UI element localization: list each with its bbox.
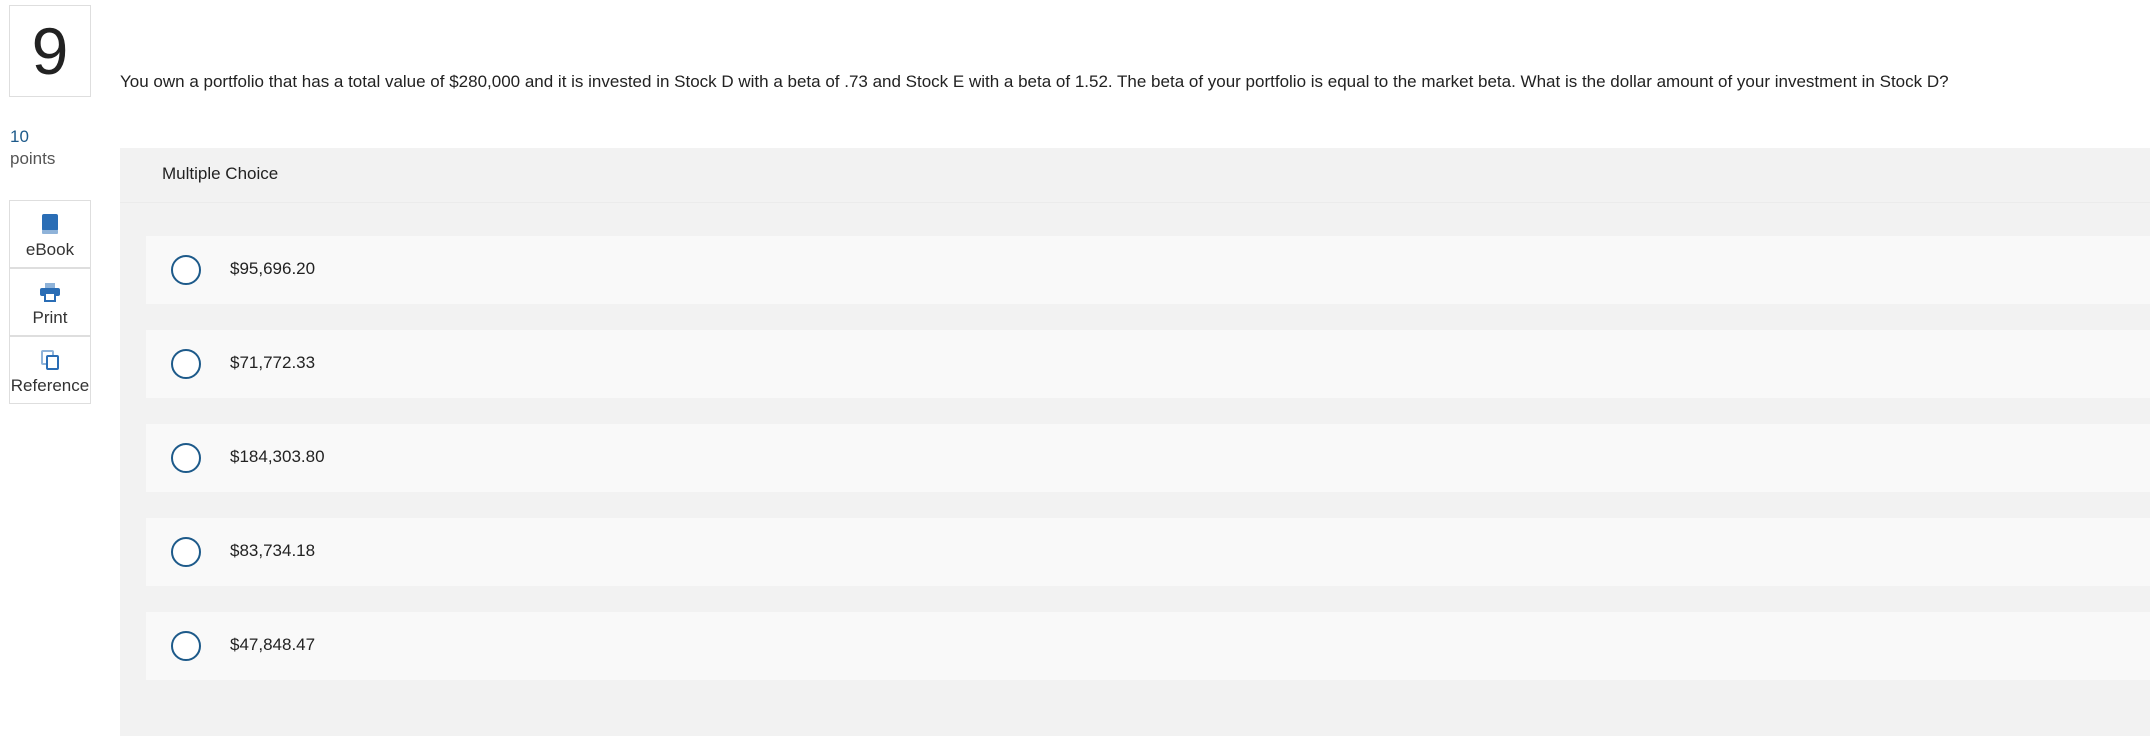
answer-option-label: $47,848.47 <box>230 635 316 654</box>
radio-button[interactable] <box>171 631 201 661</box>
question-number: 9 <box>9 5 91 97</box>
answer-option[interactable]: $184,303.80 <box>146 424 2150 492</box>
ebook-button[interactable]: eBook <box>9 200 91 268</box>
radio-button[interactable] <box>171 443 201 473</box>
print-label: Print <box>32 308 68 327</box>
book-icon <box>40 212 60 236</box>
radio-button[interactable] <box>171 349 201 379</box>
radio-button[interactable] <box>171 537 201 567</box>
printer-icon <box>39 280 61 304</box>
divider <box>120 202 2150 203</box>
answer-option[interactable]: $83,734.18 <box>146 518 2150 586</box>
reference-label: Reference <box>10 376 90 395</box>
points-label: points <box>10 149 56 168</box>
answer-option[interactable]: $95,696.20 <box>146 236 2150 304</box>
reference-button[interactable]: Reference <box>9 336 91 404</box>
radio-button[interactable] <box>171 255 201 285</box>
ebook-label: eBook <box>25 240 75 259</box>
print-button[interactable]: Print <box>9 268 91 336</box>
question-text: You own a portfolio that has a total val… <box>120 72 1949 91</box>
answer-option-label: $184,303.80 <box>230 447 325 466</box>
answer-panel: Multiple Choice $95,696.20 $71,772.33 $1… <box>120 148 2150 736</box>
answer-option[interactable]: $47,848.47 <box>146 612 2150 680</box>
points-value: 10 <box>10 127 29 146</box>
copy-icon <box>40 348 60 372</box>
question-type-label: Multiple Choice <box>162 164 279 183</box>
points-info: 10 points <box>10 126 55 170</box>
answer-option-label: $83,734.18 <box>230 541 316 560</box>
answer-option-label: $71,772.33 <box>230 353 316 372</box>
answer-option[interactable]: $71,772.33 <box>146 330 2150 398</box>
answer-option-label: $95,696.20 <box>230 259 316 278</box>
